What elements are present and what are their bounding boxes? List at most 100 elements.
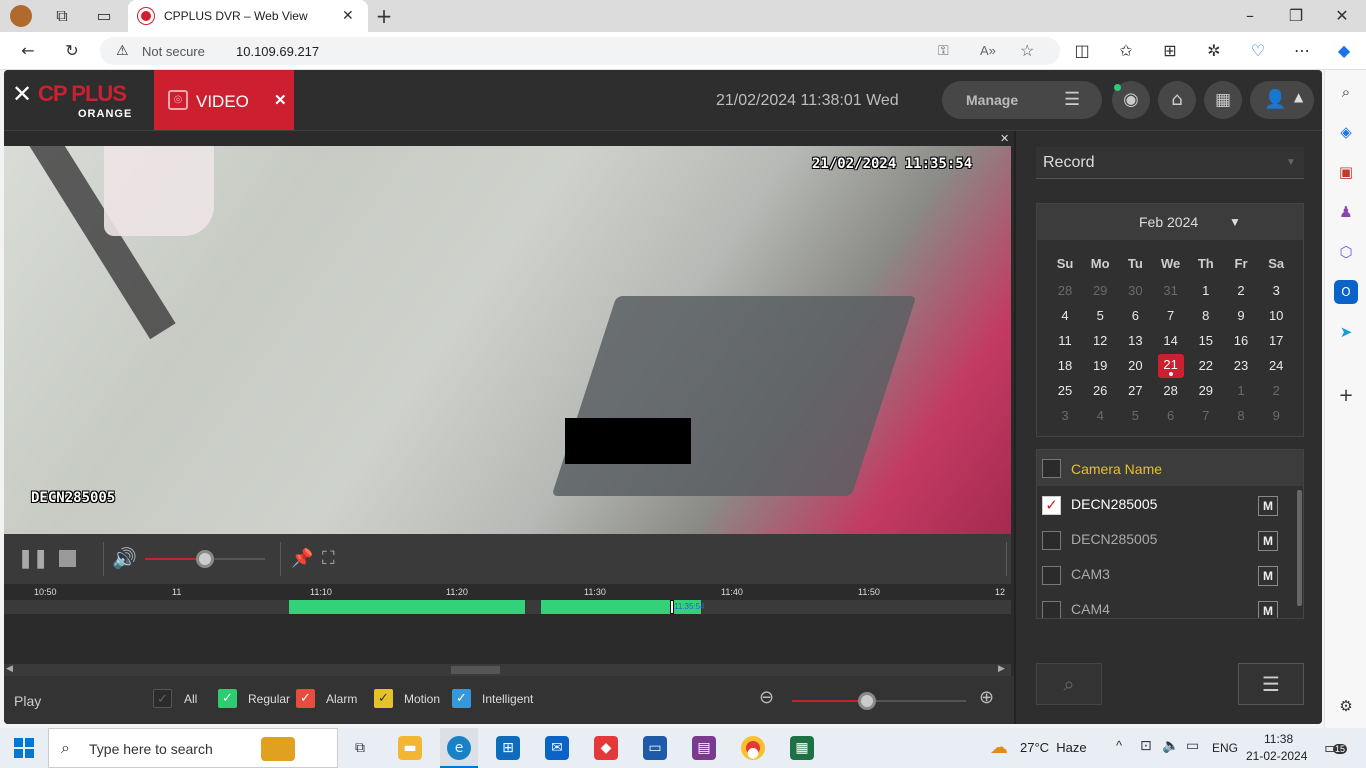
calendar-day[interactable]: 4 [1083, 406, 1117, 426]
camera-row[interactable]: CAM4 M [1037, 593, 1297, 618]
legend-alarm-checkbox[interactable]: ✓ [296, 689, 315, 708]
battery-icon[interactable]: ▭ [1186, 738, 1199, 754]
window-app-icon[interactable]: ▭ [643, 736, 667, 760]
chrome-icon[interactable]: ● [741, 736, 765, 761]
calendar-day[interactable]: 2 [1224, 281, 1258, 301]
clock-time[interactable]: 11:38 [1264, 732, 1293, 746]
camera-row[interactable]: DECN285005 M [1037, 523, 1297, 558]
camera-checkbox[interactable] [1042, 531, 1061, 550]
legend-regular-checkbox[interactable]: ✓ [218, 689, 237, 708]
calendar-day[interactable]: 17 [1259, 331, 1293, 351]
manage-button[interactable]: Manage ☰ [942, 81, 1102, 119]
calendar-day[interactable]: 2 [1259, 381, 1293, 401]
calendar-day[interactable]: 9 [1224, 306, 1258, 326]
calendar-day[interactable]: 29 [1189, 381, 1223, 401]
calendar-day[interactable]: 22 [1189, 356, 1223, 376]
calendar-day[interactable]: 23 [1224, 356, 1258, 376]
calendar-day[interactable]: 16 [1224, 331, 1258, 351]
camera-checkbox[interactable] [1042, 566, 1061, 585]
volume-icon[interactable]: 🔊 [112, 546, 137, 570]
extensions-icon[interactable]: ✲ [1200, 37, 1228, 65]
url-text[interactable]: 10.109.69.217 [236, 44, 319, 59]
workspaces-icon[interactable]: ⧉ [48, 2, 76, 30]
qr-code-icon[interactable]: ▦ [1204, 81, 1242, 119]
calendar-day[interactable]: 11 [1048, 331, 1082, 351]
calendar-day[interactable]: 31 [1154, 281, 1188, 301]
calendar-day[interactable]: 3 [1048, 406, 1082, 426]
record-segment-1[interactable] [289, 600, 525, 614]
camera-row[interactable]: ✓ DECN285005 M [1037, 488, 1297, 523]
calendar-day[interactable]: 5 [1118, 406, 1152, 426]
calendar-day[interactable]: 3 [1259, 281, 1293, 301]
file-explorer-icon[interactable]: ▬ [398, 736, 422, 760]
winrar-icon[interactable]: ▤ [692, 736, 716, 760]
notification-center-icon[interactable]: ▭ 15 [1324, 738, 1348, 758]
camera-m-button[interactable]: M [1258, 496, 1278, 516]
task-view-icon[interactable]: ⧉ [348, 736, 372, 760]
calendar-day[interactable]: 28 [1048, 281, 1082, 301]
video-feed[interactable]: 21/02/2024 11:35:54 DECN285005 [4, 146, 1011, 534]
calendar-day[interactable]: 27 [1118, 381, 1152, 401]
select-all-checkbox[interactable] [1042, 459, 1061, 478]
calendar-day[interactable]: 24 [1259, 356, 1293, 376]
pause-icon[interactable]: ❚❚ [18, 548, 48, 569]
show-hidden-icons-icon[interactable]: ^ [1116, 738, 1122, 753]
calendar-day[interactable]: 1 [1189, 281, 1223, 301]
store-icon[interactable]: ⊞ [496, 736, 520, 760]
calendar-day[interactable]: 1 [1224, 381, 1258, 401]
copilot-icon[interactable]: ◆ [1330, 37, 1358, 65]
mail-icon[interactable]: ✉ [545, 736, 569, 760]
zoom-slider[interactable] [792, 692, 966, 710]
calendar-day[interactable]: 19 [1083, 356, 1117, 376]
split-screen-icon[interactable]: ◫ [1068, 37, 1096, 65]
camera-checkbox[interactable] [1042, 601, 1061, 618]
pin-icon[interactable]: 📌 [291, 548, 313, 569]
calendar-day[interactable]: 6 [1118, 306, 1152, 326]
calendar-day[interactable]: 26 [1083, 381, 1117, 401]
refresh-icon[interactable]: ↻ [58, 37, 86, 65]
excel-icon[interactable]: ▦ [790, 736, 814, 760]
calendar-day[interactable]: 25 [1048, 381, 1082, 401]
key-icon[interactable]: ⚿ [938, 42, 949, 59]
calendar-day[interactable]: 20 [1118, 356, 1152, 376]
back-icon[interactable]: ← [14, 37, 42, 65]
close-video-icon[interactable]: ✕ [1000, 132, 1009, 145]
zoom-handle[interactable] [857, 692, 876, 710]
calendar-day[interactable]: 7 [1189, 406, 1223, 426]
read-aloud-icon[interactable]: A» [980, 43, 996, 58]
month-dropdown-icon[interactable]: ▼ [1229, 215, 1241, 229]
taskbar-search-box[interactable]: ⌕ Type here to search [48, 728, 338, 768]
calendar-day[interactable]: 9 [1259, 406, 1293, 426]
anydesk-icon[interactable]: ◆ [594, 736, 618, 760]
record-type-select[interactable]: Record ▼ [1036, 147, 1304, 179]
language-indicator[interactable]: ENG [1212, 741, 1238, 755]
network-icon[interactable]: ⊡ [1140, 738, 1152, 754]
close-tab-video-icon[interactable]: ✕ [274, 91, 287, 109]
calendar-day[interactable]: 12 [1083, 331, 1117, 351]
office-icon[interactable]: ⬡ [1334, 240, 1358, 264]
scroll-left-icon[interactable]: ◀ [6, 663, 13, 674]
warning-icon[interactable]: ⚠ [116, 42, 129, 59]
camera-m-button[interactable]: M [1258, 531, 1278, 551]
restore-icon[interactable]: ❐ [1282, 2, 1310, 30]
calendar-day[interactable]: 8 [1189, 306, 1223, 326]
search-icon[interactable]: ⌕ [1334, 80, 1358, 104]
not-secure-label[interactable]: Not secure [142, 44, 205, 59]
calendar-day[interactable]: 15 [1189, 331, 1223, 351]
browser-tab-active[interactable]: CPPLUS DVR – Web View ✕ [128, 0, 368, 32]
weather-text[interactable]: 27°C Haze [1020, 740, 1087, 755]
calendar-day[interactable]: 18 [1048, 356, 1082, 376]
volume-handle[interactable] [196, 550, 214, 568]
user-menu-button[interactable]: 👤 ▲ [1250, 81, 1314, 119]
new-tab-icon[interactable]: + [370, 2, 398, 30]
volume-tray-icon[interactable]: 🔈 [1162, 738, 1179, 754]
calendar-day[interactable]: 21 [1157, 354, 1184, 378]
zoom-out-icon[interactable]: ⊖ [759, 687, 774, 708]
legend-motion-checkbox[interactable]: ✓ [374, 689, 393, 708]
tab-video[interactable]: ◎ VIDEO ✕ [154, 70, 294, 130]
timeline-scrollbar[interactable]: ◀ ▶ [4, 663, 1011, 676]
close-window-icon[interactable]: ✕ [1328, 2, 1356, 30]
calendar-day[interactable]: 4 [1048, 306, 1082, 326]
calendar-header[interactable]: Feb 2024 ▼ [1037, 204, 1303, 240]
add-sidebar-icon[interactable]: + [1334, 384, 1358, 408]
